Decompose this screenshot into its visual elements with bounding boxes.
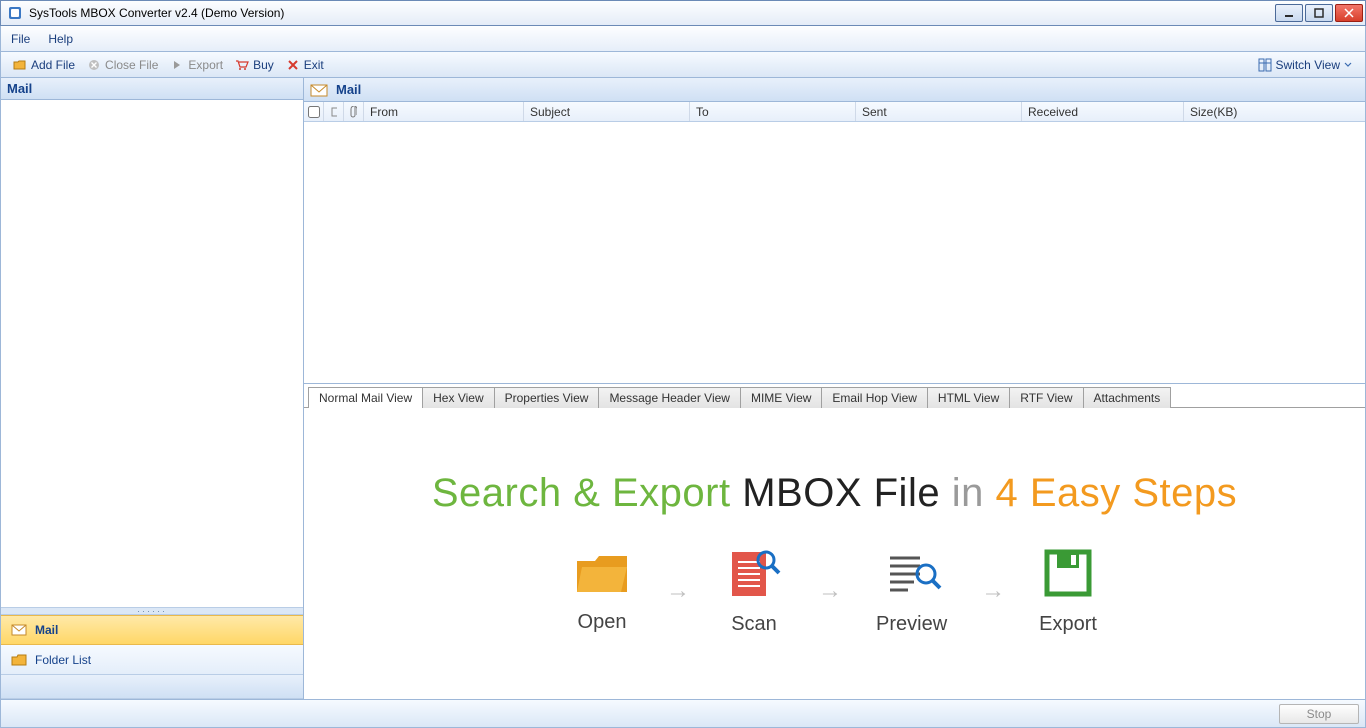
step-scan: Scan (724, 546, 784, 636)
exit-icon (286, 58, 300, 72)
column-checkbox[interactable] (304, 102, 324, 121)
export-button: Export (164, 56, 229, 74)
content-area: Mail From Subject To Sent Received Size(… (304, 78, 1365, 699)
column-to[interactable]: To (690, 102, 856, 121)
column-sent[interactable]: Sent (856, 102, 1022, 121)
switch-view-label: Switch View (1276, 58, 1340, 72)
step-preview-label: Preview (876, 613, 947, 636)
app-icon (7, 5, 23, 21)
step-preview: Preview (876, 546, 947, 636)
tab-message-header-view[interactable]: Message Header View (598, 387, 741, 408)
folder-icon (11, 653, 27, 667)
heading-part-3: in (952, 471, 984, 515)
close-button[interactable] (1335, 4, 1363, 22)
mail-grid-body (304, 122, 1365, 384)
folder-open-icon (13, 58, 27, 72)
close-file-button: Close File (81, 56, 164, 74)
sidebar-footer-strip (1, 675, 303, 699)
column-subject[interactable]: Subject (524, 102, 690, 121)
tab-attachments[interactable]: Attachments (1083, 387, 1172, 408)
heading-part-2: MBOX File (742, 471, 940, 515)
menu-help[interactable]: Help (48, 32, 73, 46)
steps-row: Open → Scan → Preview → Export (572, 546, 1097, 636)
main-area: Mail ······ Mail Folder List Mail From S… (0, 78, 1366, 700)
tab-html-view[interactable]: HTML View (927, 387, 1010, 408)
buy-button[interactable]: Buy (229, 56, 280, 74)
menu-file[interactable]: File (11, 32, 30, 46)
welcome-pane: Search & Export MBOX File in 4 Easy Step… (304, 408, 1365, 699)
mail-icon (11, 623, 27, 637)
exit-button[interactable]: Exit (280, 56, 330, 74)
tab-properties-view[interactable]: Properties View (494, 387, 600, 408)
minimize-button[interactable] (1275, 4, 1303, 22)
add-file-label: Add File (31, 58, 75, 72)
column-from[interactable]: From (364, 102, 524, 121)
tab-mime-view[interactable]: MIME View (740, 387, 822, 408)
close-file-label: Close File (105, 58, 158, 72)
column-flag-icon[interactable] (324, 102, 344, 121)
buy-label: Buy (253, 58, 274, 72)
list-search-icon (882, 546, 942, 601)
exit-label: Exit (304, 58, 324, 72)
sidebar-item-mail[interactable]: Mail (1, 615, 303, 645)
step-open: Open (572, 549, 632, 634)
sidebar-item-folder-list[interactable]: Folder List (1, 645, 303, 675)
sidebar-header: Mail (1, 78, 303, 100)
step-scan-label: Scan (731, 613, 777, 636)
step-open-label: Open (578, 611, 627, 634)
toolbar: Add File Close File Export Buy Exit Swit… (0, 52, 1366, 78)
column-size[interactable]: Size(KB) (1184, 102, 1365, 121)
step-export-label: Export (1039, 613, 1097, 636)
tab-hex-view[interactable]: Hex View (422, 387, 494, 408)
export-arrow-icon (170, 58, 184, 72)
select-all-checkbox[interactable] (308, 106, 320, 118)
export-label: Export (188, 58, 223, 72)
mail-grid-header: From Subject To Sent Received Size(KB) (304, 102, 1365, 122)
column-received[interactable]: Received (1022, 102, 1184, 121)
switch-view-icon (1258, 58, 1272, 72)
mail-panel-title: Mail (336, 82, 361, 97)
close-file-icon (87, 58, 101, 72)
add-file-button[interactable]: Add File (7, 56, 81, 74)
tab-rtf-view[interactable]: RTF View (1009, 387, 1083, 408)
status-bar: Stop (0, 700, 1366, 728)
save-icon (1041, 546, 1096, 601)
menu-bar: File Help (0, 26, 1366, 52)
sidebar-item-label: Folder List (35, 653, 91, 667)
column-attachment-icon[interactable] (344, 102, 364, 121)
tab-normal-mail-view[interactable]: Normal Mail View (308, 387, 423, 408)
sidebar-splitter[interactable]: ······ (1, 607, 303, 615)
maximize-button[interactable] (1305, 4, 1333, 22)
title-bar: SysTools MBOX Converter v2.4 (Demo Versi… (0, 0, 1366, 26)
window-title: SysTools MBOX Converter v2.4 (Demo Versi… (29, 6, 1275, 20)
arrow-icon: → (666, 577, 690, 605)
folder-open-icon (572, 549, 632, 599)
sidebar: Mail ······ Mail Folder List (1, 78, 304, 699)
cart-icon (235, 58, 249, 72)
tab-email-hop-view[interactable]: Email Hop View (821, 387, 927, 408)
document-search-icon (724, 546, 784, 601)
stop-button: Stop (1279, 704, 1359, 724)
arrow-icon: → (818, 577, 842, 605)
heading-part-1: Search & Export (432, 471, 731, 515)
sidebar-tree (1, 100, 303, 607)
mail-panel-header: Mail (304, 78, 1365, 102)
welcome-heading: Search & Export MBOX File in 4 Easy Step… (432, 471, 1237, 516)
view-tabs: Normal Mail View Hex View Properties Vie… (304, 384, 1365, 408)
arrow-icon: → (981, 577, 1005, 605)
mail-icon (310, 82, 328, 98)
switch-view-button[interactable]: Switch View (1251, 55, 1359, 75)
heading-part-4: 4 Easy Steps (995, 471, 1237, 515)
chevron-down-icon (1344, 61, 1352, 69)
step-export: Export (1039, 546, 1097, 636)
sidebar-item-label: Mail (35, 623, 58, 637)
